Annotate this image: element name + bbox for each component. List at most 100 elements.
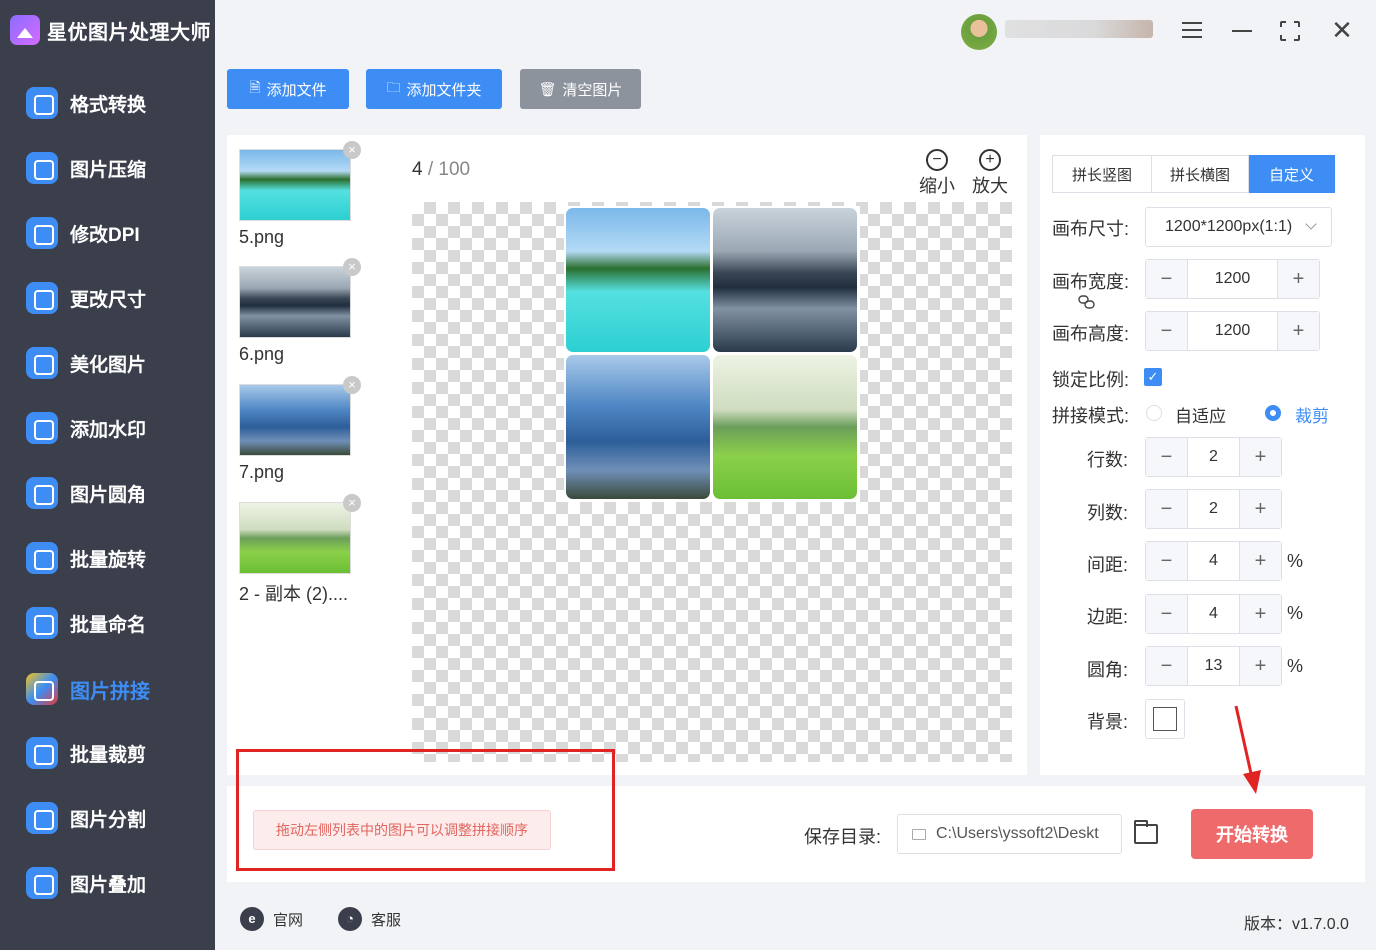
increment-button[interactable]: + [1240,595,1281,633]
add-folder-button[interactable]: 🗀 添加文件夹 [366,69,502,109]
annotation-rectangle [236,749,615,871]
rows-value[interactable]: 2 [1187,438,1240,476]
save-dir-input[interactable]: C:\Users\yssoft2\Deskt [897,814,1122,854]
background-color-picker[interactable] [1145,699,1185,739]
split-icon [26,802,58,834]
clear-images-button[interactable]: 🗑 清空图片 [520,69,641,109]
app-title: 星优图片处理大师 [10,12,211,48]
radius-unit: % [1287,656,1304,676]
mode-fit-label[interactable]: 自适应 [1175,402,1226,427]
remove-icon[interactable]: × [343,376,361,394]
link-icon[interactable] [1078,293,1096,311]
sidebar-item-label: 更改尺寸 [70,289,147,311]
page-counter: 4 / 100 [412,159,470,181]
tab-vertical[interactable]: 拼长竖图 [1052,155,1152,193]
clear-label: 清空图片 [562,81,623,99]
increment-button[interactable]: + [1240,438,1281,476]
sidebar-item-compress[interactable]: 图片压缩 [0,141,215,195]
margin-value[interactable]: 4 [1187,595,1240,633]
preview-canvas [412,202,1012,762]
increment-button[interactable]: + [1240,647,1281,685]
decrement-button[interactable]: − [1146,438,1187,476]
cols-label: 列数: [1087,503,1129,523]
sidebar-item-layers[interactable]: 图片叠加 [0,856,215,910]
stitch-icon [26,673,58,705]
increment-button[interactable]: + [1240,490,1281,528]
mode-crop-radio[interactable] [1265,405,1281,421]
sidebar-item-rename[interactable]: 批量命名 [0,596,215,650]
website-link[interactable]: e 官网 [240,907,303,931]
list-item[interactable]: × 6.png [239,258,361,365]
support-link[interactable]: ◔ 客服 [338,907,401,931]
decrement-button[interactable]: − [1146,312,1187,350]
collage-tile [566,208,710,352]
list-item[interactable]: × 2 - 副本 (2).... [239,494,361,606]
mode-crop-label[interactable]: 裁剪 [1295,402,1329,427]
sidebar-item-split[interactable]: 图片分割 [0,791,215,845]
decrement-button[interactable]: − [1146,490,1187,528]
sidebar-item-watermark[interactable]: 添加水印 [0,401,215,455]
canvas-height-value[interactable]: 1200 [1187,312,1278,350]
file-name: 6.png [239,344,285,364]
minimize-icon[interactable] [1230,18,1254,42]
spacing-value[interactable]: 4 [1187,542,1240,580]
increment-button[interactable]: + [1240,542,1281,580]
close-icon[interactable]: ✕ [1330,17,1354,43]
canvas-height-label: 画布高度: [1052,324,1130,344]
canvas-size-select[interactable]: 1200*1200px(1:1) [1145,207,1332,247]
cols-value[interactable]: 2 [1187,490,1240,528]
decrement-button[interactable]: − [1146,260,1187,298]
remove-icon[interactable]: × [343,258,361,276]
zoom-in-button[interactable]: + 放大 [970,149,1010,198]
maximize-icon[interactable] [1279,20,1301,42]
tab-custom[interactable]: 自定义 [1249,155,1335,193]
folder-outline-icon [912,829,926,840]
sidebar-item-label: 批量命名 [70,614,147,636]
title-bar: ✕ [215,0,1376,58]
cols-stepper: − 2 + [1145,489,1282,529]
remove-icon[interactable]: × [343,141,361,159]
radius-label: 圆角: [1087,660,1129,680]
sidebar-item-resize[interactable]: 更改尺寸 [0,271,215,325]
settings-icon[interactable] [1180,18,1204,42]
collage-tile [566,355,710,499]
username-blurred [1005,20,1153,38]
resize-icon [26,282,58,314]
add-file-button[interactable]: 🗎 添加文件 [227,69,349,109]
zoom-in-label: 放大 [972,176,1008,196]
sidebar-item-format-convert[interactable]: 格式转换 [0,76,215,130]
start-convert-button[interactable]: 开始转换 [1191,809,1313,859]
sidebar-item-rotate[interactable]: 批量旋转 [0,531,215,585]
browse-folder-icon[interactable] [1134,820,1158,844]
remove-icon[interactable]: × [343,494,361,512]
decrement-button[interactable]: − [1146,595,1187,633]
canvas-width-value[interactable]: 1200 [1187,260,1278,298]
sidebar-item-crop[interactable]: 批量裁剪 [0,726,215,780]
version-label: 版本：v1.7.0.0 [1244,916,1349,933]
avatar[interactable] [961,14,997,50]
list-item[interactable]: × 5.png [239,141,361,248]
increment-button[interactable]: + [1278,260,1319,298]
sidebar-item-dpi[interactable]: 修改DPI [0,206,215,260]
increment-button[interactable]: + [1278,312,1319,350]
mode-fit-radio[interactable] [1146,405,1162,421]
beautify-icon [26,347,58,379]
zoom-out-button[interactable]: − 缩小 [917,149,957,198]
rows-label: 行数: [1087,450,1129,470]
crop-icon [26,737,58,769]
lock-ratio-label: 锁定比例: [1052,370,1130,390]
decrement-button[interactable]: − [1146,647,1187,685]
tab-horizontal[interactable]: 拼长横图 [1152,155,1249,193]
sidebar-item-label: 图片分割 [70,809,147,831]
sidebar-item-beautify[interactable]: 美化图片 [0,336,215,390]
mode-tabs: 拼长竖图 拼长横图 自定义 [1052,155,1335,193]
app-logo-icon [10,15,40,45]
radius-value[interactable]: 13 [1187,647,1240,685]
decrement-button[interactable]: − [1146,542,1187,580]
sidebar-item-stitch[interactable]: 图片拼接 [0,662,215,716]
watermark-icon [26,412,58,444]
sidebar-item-rounded-corner[interactable]: 图片圆角 [0,466,215,520]
lock-ratio-checkbox[interactable]: ✓ [1144,368,1162,386]
chat-icon: ◔ [338,907,362,931]
list-item[interactable]: × 7.png [239,376,361,483]
